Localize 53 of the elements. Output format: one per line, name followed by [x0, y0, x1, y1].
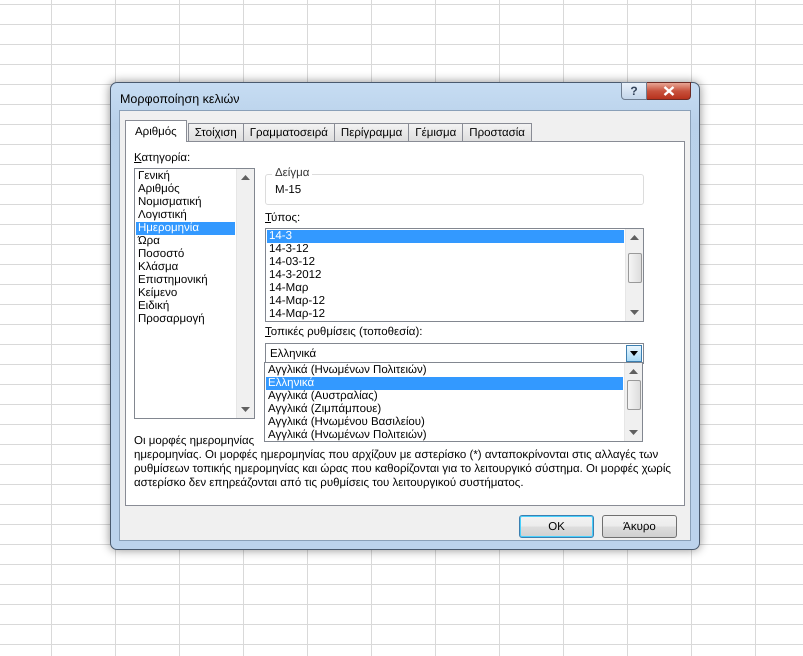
list-item[interactable]: Επιστημονική — [136, 274, 235, 287]
list-item[interactable]: 14-3-2012 — [267, 269, 624, 282]
tab[interactable]: Γραμματοσειρά — [242, 123, 335, 142]
list-item[interactable]: Αγγλικά (Ηνωμένων Πολιτειών) — [266, 429, 623, 441]
list-item[interactable]: Αγγλικά (Ηνωμένων Πολιτειών) — [266, 364, 623, 377]
scroll-up-icon[interactable] — [629, 368, 638, 374]
ok-button[interactable]: OK — [519, 515, 594, 538]
sample-label: Δείγμα — [272, 167, 312, 180]
list-item[interactable]: Γενική — [136, 170, 235, 183]
help-button[interactable]: ? — [621, 82, 647, 100]
list-item[interactable]: Λογιστική — [136, 209, 235, 222]
list-item[interactable]: Νομισματική — [136, 196, 235, 209]
sample-value: Μ-15 — [275, 183, 302, 197]
tab[interactable]: Στοίχιση — [188, 123, 244, 142]
description-text: Οι μορφές ημερομηνίας — [134, 434, 254, 448]
scroll-thumb[interactable] — [626, 380, 640, 410]
list-item[interactable]: Κείμενο — [136, 287, 235, 300]
description-text: ημερομηνίας. Οι μορφές ημερομηνίας που αρχίζουν με αστερίσκο (*) ανταποκρίνονται στις αλλαγές των ρυθμίσεων τοπικής ημερομηνίας και ώρας που καθορίζονται για το λειτουργικό σύστημα. Οι μορφές χωρίς αστερίσκο δεν επηρεάζονται από τις ρυθμίσεις του λειτουργικού συστήματος. — [134, 448, 672, 490]
scroll-thumb[interactable] — [628, 253, 642, 283]
scroll-up-icon[interactable] — [630, 234, 639, 240]
list-item[interactable]: 14-Μαρ — [267, 282, 624, 295]
window-title: Μορφοποίηση κελιών — [119, 92, 240, 106]
list-item[interactable]: Ειδική — [136, 300, 235, 313]
list-item[interactable]: Κλάσμα — [136, 261, 235, 274]
list-item[interactable]: Ποσοστό — [136, 248, 235, 261]
list-item[interactable]: Αγγλικά (Ηνωμένου Βασιλείου) — [266, 416, 623, 429]
list-item[interactable]: 14-3-12 — [267, 243, 624, 256]
list-item[interactable]: 14-Μαρ-12 — [267, 295, 624, 308]
tab[interactable]: Αριθμός — [125, 120, 187, 142]
list-item[interactable]: Ώρα — [136, 235, 235, 248]
locale-label: Τοπικές ρυθμίσεις (τοποθεσία): — [265, 326, 424, 339]
tab[interactable]: Προστασία — [462, 123, 532, 142]
category-label: Κατηγορία: — [134, 152, 192, 165]
scrollbar[interactable] — [624, 363, 642, 441]
type-label: Τύπος: — [265, 212, 302, 225]
tab[interactable]: Περίγραμμα — [334, 123, 410, 142]
list-item[interactable]: 14-Μαρ-12 — [267, 308, 624, 321]
list-item[interactable]: Αριθμός — [136, 183, 235, 196]
scrollbar[interactable] — [236, 169, 254, 418]
list-item[interactable]: 14-03-12 — [267, 256, 624, 269]
tab[interactable]: Γέμισμα — [408, 123, 464, 142]
cancel-button[interactable]: Άκυρο — [602, 515, 677, 538]
scroll-down-icon[interactable] — [629, 430, 638, 436]
close-button[interactable] — [647, 82, 691, 100]
list-item[interactable]: Αγγλικά (Αυστραλίας) — [266, 390, 623, 403]
scroll-down-icon[interactable] — [630, 310, 639, 316]
scroll-down-icon[interactable] — [241, 407, 250, 413]
list-item[interactable]: Αγγλικά (Ζιμπάμπουε) — [266, 403, 623, 416]
scroll-up-icon[interactable] — [241, 174, 250, 180]
scrollbar[interactable] — [625, 229, 643, 321]
list-item[interactable]: Προσαρμογή — [136, 313, 235, 326]
close-icon — [662, 86, 674, 96]
dropdown-arrow-icon — [630, 351, 638, 356]
